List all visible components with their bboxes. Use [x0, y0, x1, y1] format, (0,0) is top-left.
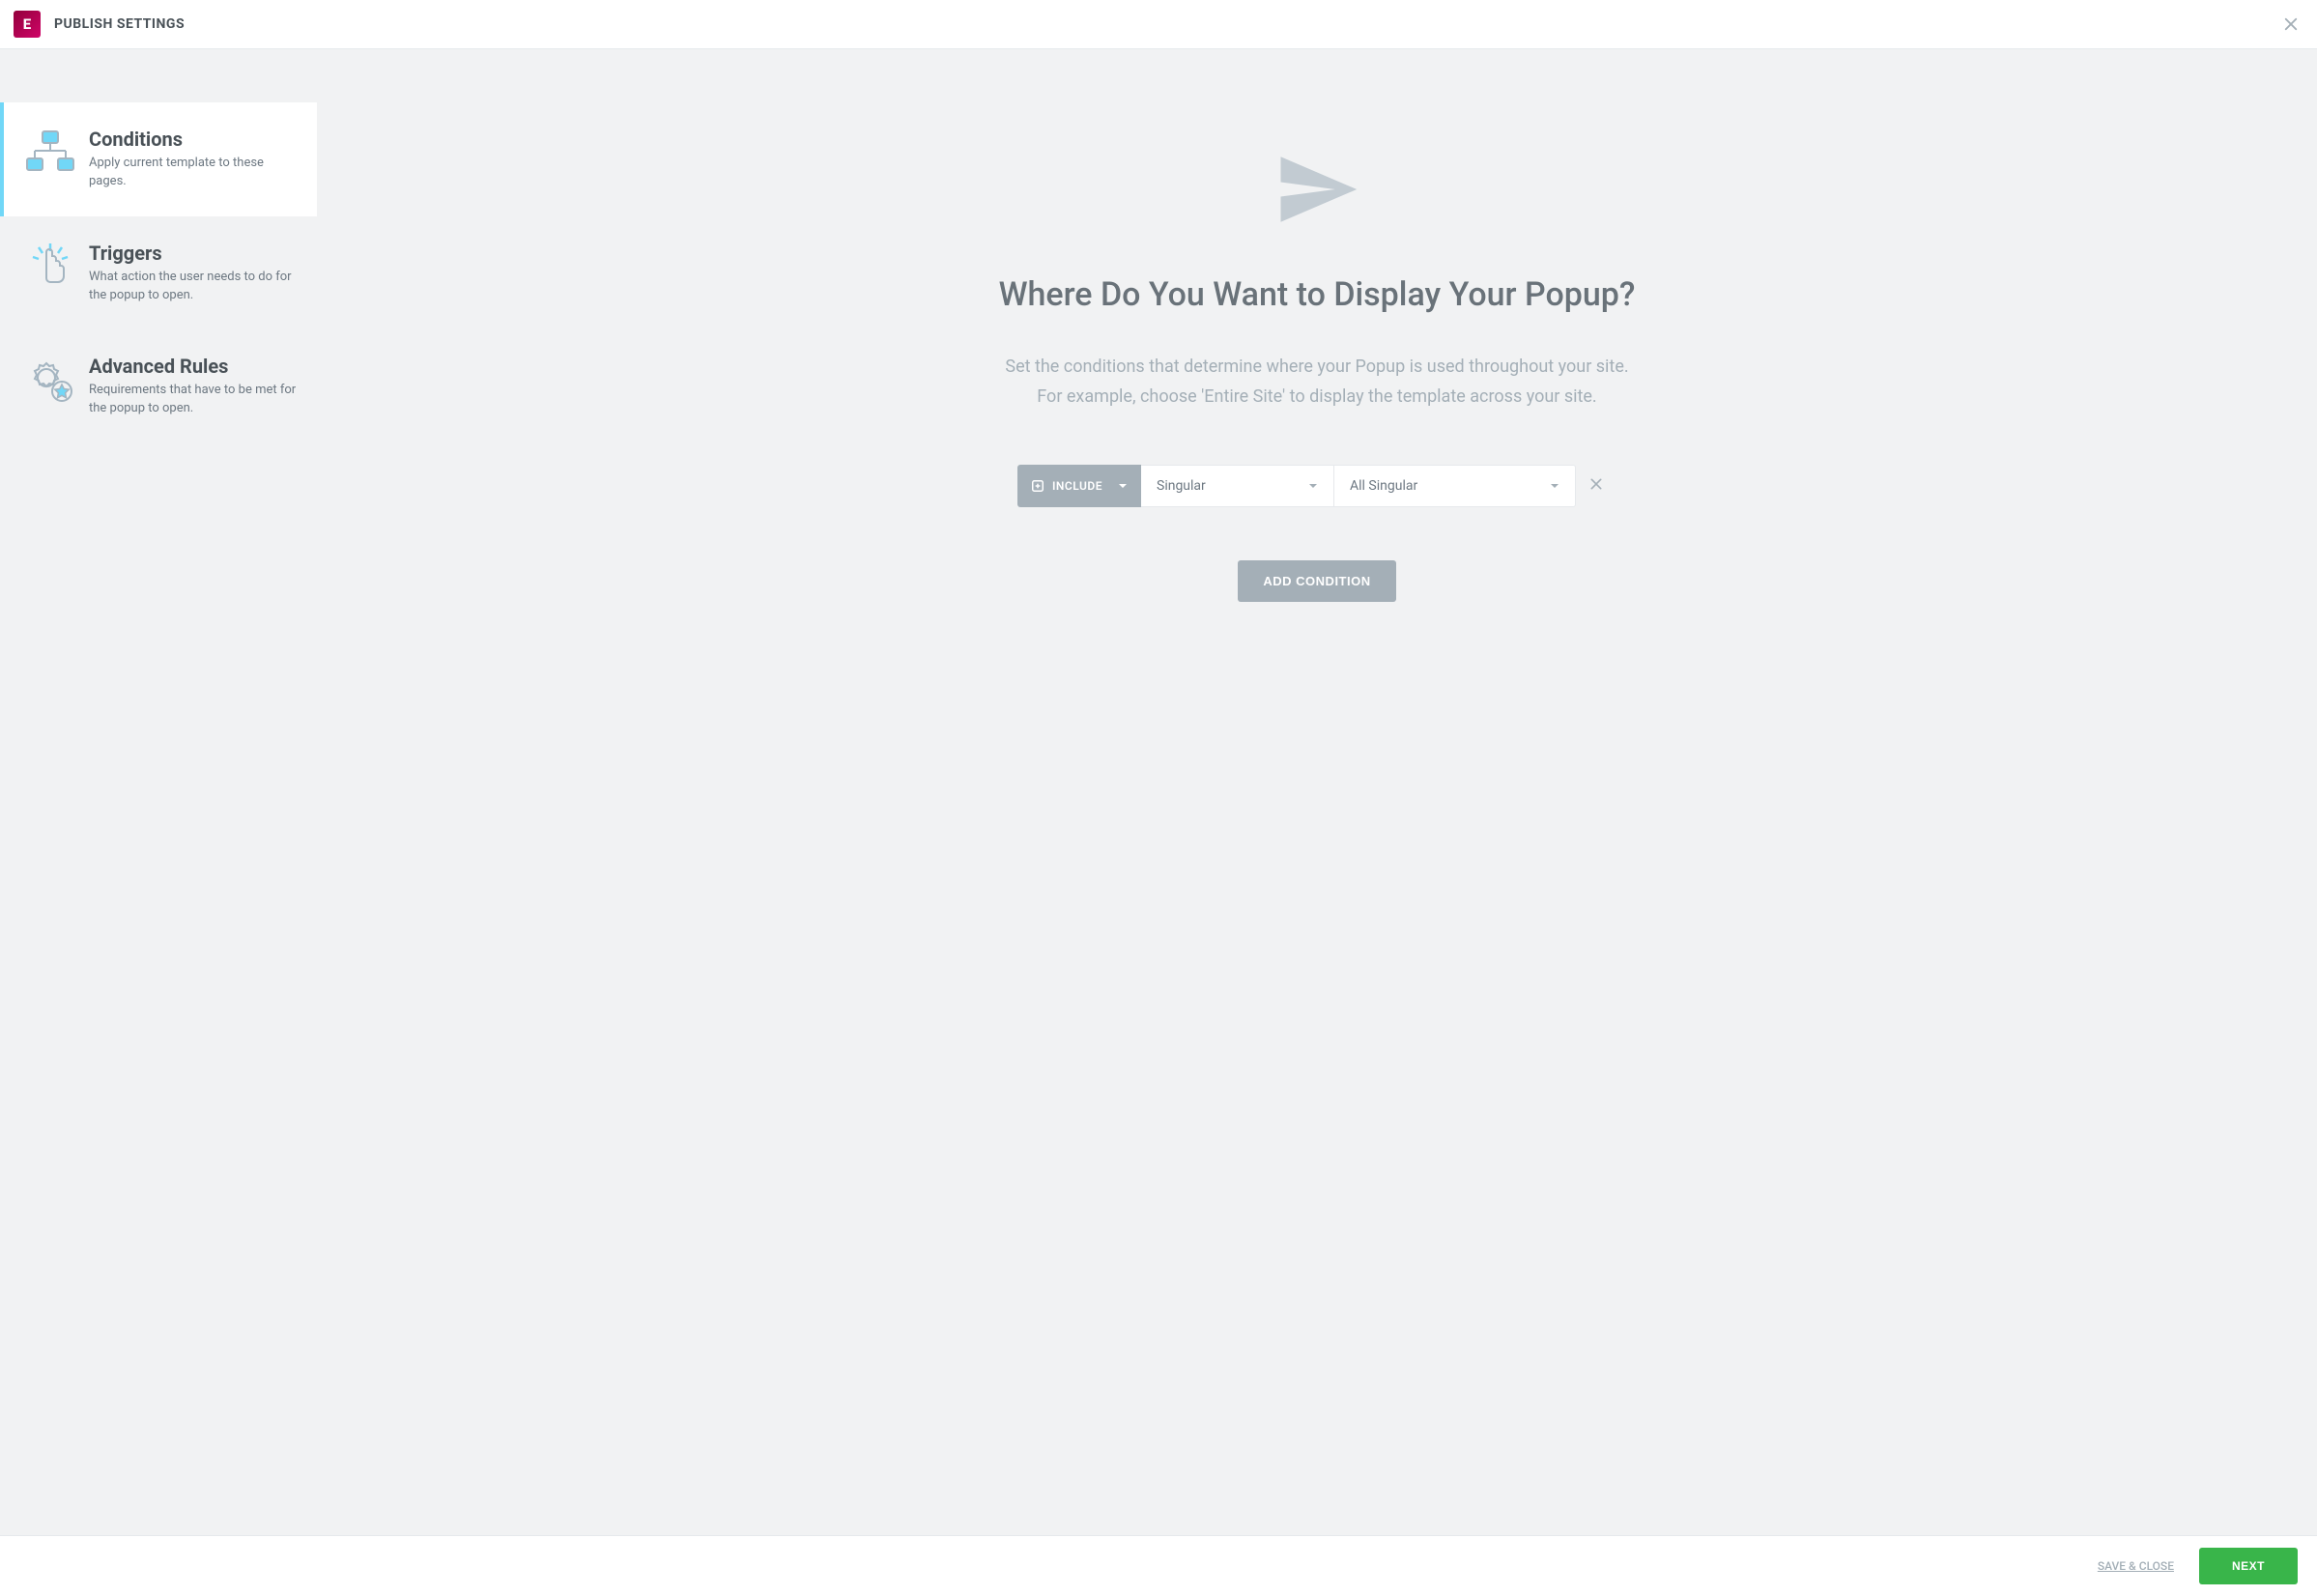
sidebar-item-desc: Apply current template to these pages.: [89, 155, 298, 191]
sidebar-item-title: Triggers: [89, 242, 298, 265]
main-description: Set the conditions that determine where …: [1005, 353, 1628, 412]
caret-down-icon: [1308, 481, 1318, 491]
app-logo-text: E: [23, 15, 31, 33]
select-value: All Singular: [1350, 478, 1550, 494]
header-bar: E PUBLISH SETTINGS: [0, 0, 2317, 49]
sidebar-item-desc: Requirements that have to be met for the…: [89, 382, 298, 418]
close-icon: [2282, 15, 2300, 33]
condition-type-select[interactable]: Singular: [1141, 465, 1334, 507]
hierarchy-icon: [21, 128, 79, 174]
sidebar-item-conditions[interactable]: Conditions Apply current template to the…: [0, 102, 317, 216]
sidebar-item-triggers[interactable]: Triggers What action the user needs to d…: [0, 216, 317, 330]
plus-square-icon: [1031, 479, 1044, 493]
next-button[interactable]: NEXT: [2199, 1548, 2298, 1584]
remove-condition-button[interactable]: [1576, 465, 1616, 507]
sidebar-item-advanced-rules[interactable]: Advanced Rules Requirements that have to…: [0, 329, 317, 443]
sidebar-item-title: Conditions: [89, 128, 298, 151]
main-heading: Where Do You Want to Display Your Popup?: [999, 275, 1636, 314]
footer-bar: SAVE & CLOSE NEXT: [0, 1535, 2317, 1596]
main-content: Where Do You Want to Display Your Popup?…: [317, 49, 2317, 1535]
caret-down-icon: [1118, 481, 1128, 491]
main-desc-line2: For example, choose 'Entire Site' to dis…: [1037, 386, 1596, 407]
caret-down-icon: [1550, 481, 1559, 491]
select-value: Singular: [1157, 478, 1308, 494]
sidebar-item-desc: What action the user needs to do for the…: [89, 269, 298, 305]
condition-row: INCLUDE Singular All Singular: [1017, 465, 1616, 507]
main-desc-line1: Set the conditions that determine where …: [1005, 356, 1628, 377]
sidebar: Conditions Apply current template to the…: [0, 49, 317, 1535]
sidebar-item-title: Advanced Rules: [89, 355, 298, 378]
include-label: INCLUDE: [1052, 479, 1102, 493]
condition-subtype-select[interactable]: All Singular: [1334, 465, 1576, 507]
click-icon: [21, 242, 79, 292]
save-close-link[interactable]: SAVE & CLOSE: [2098, 1559, 2174, 1573]
add-condition-button[interactable]: ADD CONDITION: [1238, 560, 1395, 602]
close-icon: [1588, 476, 1604, 496]
paper-plane-icon: [1273, 146, 1360, 237]
close-button[interactable]: [2278, 12, 2303, 37]
include-dropdown[interactable]: INCLUDE: [1017, 465, 1141, 507]
gear-star-icon: [21, 355, 79, 405]
page-title: PUBLISH SETTINGS: [54, 16, 185, 32]
app-logo: E: [14, 11, 41, 38]
